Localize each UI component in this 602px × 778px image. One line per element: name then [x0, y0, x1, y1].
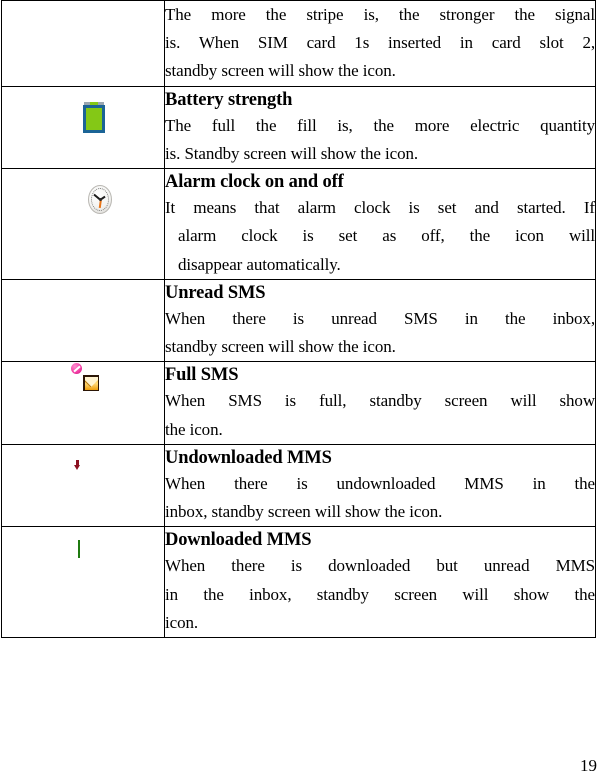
text-line: The more the stripe is, the stronger the… — [165, 5, 595, 24]
table-row: Battery strength The full the fill is, t… — [1, 85, 596, 170]
text-line: alarm clock is set as off, the icon will — [178, 226, 595, 246]
table-row: Undownloaded MMS When there is undownloa… — [1, 443, 596, 528]
text-line: When there is downloaded but unread MMS — [165, 556, 595, 576]
text-line: It means that alarm clock is set and sta… — [165, 198, 595, 218]
description-cell-undownloaded-mms: Undownloaded MMS When there is undownloa… — [164, 443, 596, 528]
icon-cell-unread-sms — [1, 278, 165, 363]
text-line: When SMS is full, standby screen will sh… — [165, 391, 595, 411]
icon-cell-alarm-clock — [1, 168, 165, 280]
text-line: When there is undownloaded MMS in the — [165, 473, 595, 493]
description-text: When there is unread SMS in the inbox, s… — [165, 305, 595, 361]
description-text: When SMS is full, standby screen will sh… — [165, 387, 595, 443]
row-title: Downloaded MMS — [165, 530, 312, 551]
status-icon-table: The more the stripe is, the stronger the… — [1, 0, 596, 638]
description-text: The more the stripe is, the stronger the… — [165, 1, 595, 86]
text-line: When there is unread SMS in the inbox, — [165, 308, 595, 328]
text-line: inbox, standby screen will show the icon… — [165, 502, 443, 522]
row-title: Battery strength — [165, 89, 293, 110]
row-title: Undownloaded MMS — [165, 447, 332, 468]
description-cell-full-sms: Full SMS When SMS is full, standby scree… — [164, 361, 596, 445]
text-line: disappear automatically. — [178, 254, 341, 274]
icon-cell-undownloaded-mms — [1, 443, 165, 528]
text-line: the icon. — [165, 419, 223, 439]
text-line: standby screen will show the icon. — [165, 337, 396, 357]
row-title: Full SMS — [165, 365, 239, 386]
row-title: Alarm clock on and off — [165, 172, 344, 193]
table-row: Unread SMS When there is unread SMS in t… — [1, 278, 596, 363]
text-line: The full the fill is, the more electric … — [165, 115, 595, 135]
description-cell-signal-strength: The more the stripe is, the stronger the… — [164, 0, 596, 87]
description-text: The full the fill is, the more electric … — [165, 112, 595, 168]
page-number: 19 — [580, 756, 597, 775]
description-text: It means that alarm clock is set and sta… — [165, 194, 595, 279]
icon-cell-battery — [1, 85, 165, 170]
icon-cell-downloaded-mms — [1, 526, 165, 638]
table-row: Alarm clock on and off It means that ala… — [1, 168, 596, 280]
text-line: standby screen will show the icon. — [165, 61, 396, 81]
table-row: Full SMS When SMS is full, standby scree… — [1, 361, 596, 445]
description-cell-downloaded-mms: Downloaded MMS When there is downloaded … — [164, 526, 596, 638]
table-row: Downloaded MMS When there is downloaded … — [1, 526, 596, 638]
text-line: is. When SIM card 1s inserted in card sl… — [165, 33, 595, 53]
description-cell-alarm-clock: Alarm clock on and off It means that ala… — [164, 168, 596, 280]
row-title: Unread SMS — [165, 282, 266, 303]
table-row: The more the stripe is, the stronger the… — [1, 0, 596, 87]
description-text: When there is undownloaded MMS in the in… — [165, 470, 595, 526]
description-cell-battery: Battery strength The full the fill is, t… — [164, 85, 596, 170]
manual-page: The more the stripe is, the stronger the… — [0, 0, 602, 778]
text-line: icon. — [165, 612, 199, 632]
text-line: in the inbox, standby screen will show t… — [165, 584, 595, 604]
icon-cell-full-sms — [1, 361, 165, 445]
text-line: is. Standby screen will show the icon. — [165, 143, 419, 163]
icon-cell-signal-strength — [1, 0, 165, 87]
description-text: When there is downloaded but unread MMS … — [165, 552, 595, 637]
description-cell-unread-sms: Unread SMS When there is unread SMS in t… — [164, 278, 596, 363]
